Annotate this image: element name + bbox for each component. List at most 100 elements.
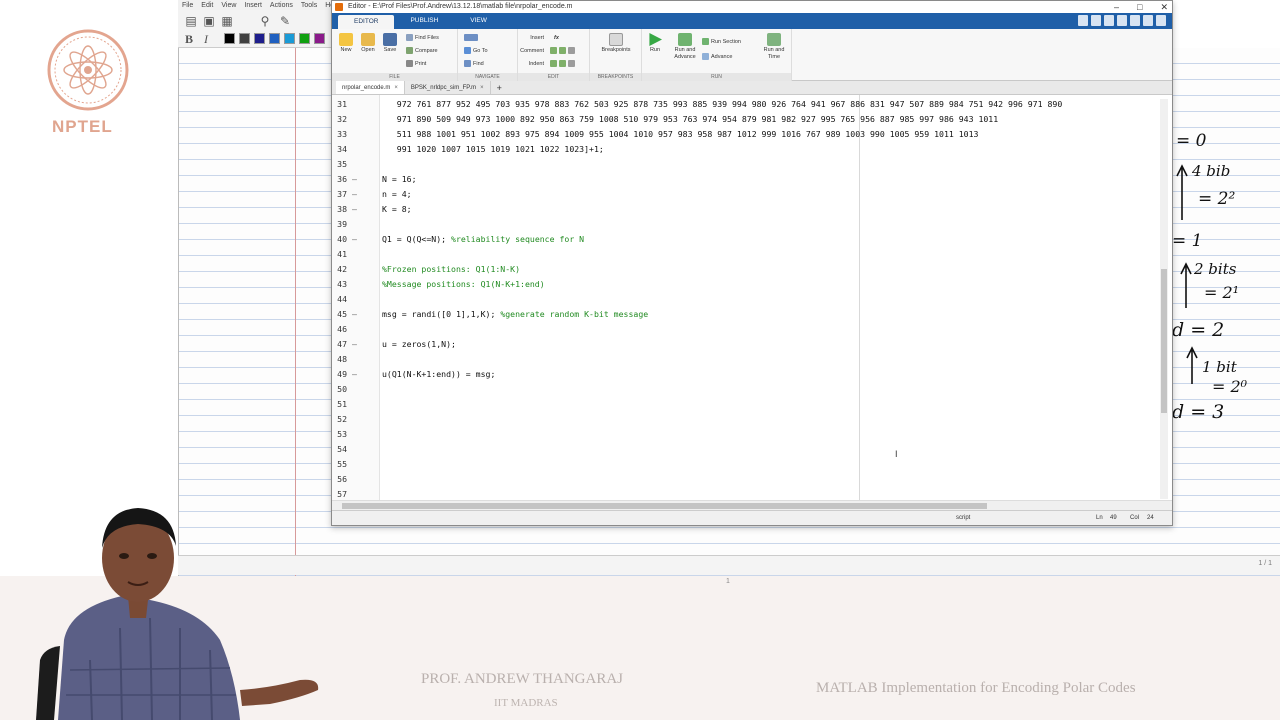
- close-tab-icon[interactable]: ×: [480, 85, 484, 91]
- italic-icon[interactable]: I: [199, 32, 213, 46]
- code-line[interactable]: 40 — Q1 = Q(Q<=N); %reliability sequence f…: [332, 232, 1152, 247]
- run-and-advance-button[interactable]: Run and Advance: [670, 33, 700, 61]
- save-button[interactable]: Save: [380, 33, 400, 54]
- horizontal-scroll-thumb[interactable]: [342, 503, 987, 509]
- code-line[interactable]: 42 %Frozen positions: Q1(1:N-K): [332, 262, 1152, 277]
- tab-editor[interactable]: EDITOR: [338, 15, 395, 29]
- pen-tool-icon[interactable]: ✎: [278, 14, 292, 28]
- decrease-indent-icon[interactable]: [568, 60, 575, 68]
- run-section-button[interactable]: Run Section: [702, 38, 741, 46]
- vertical-scrollbar[interactable]: [1160, 99, 1168, 499]
- comment-remove-icon[interactable]: [559, 47, 566, 55]
- pen-color-swatch[interactable]: [269, 33, 280, 44]
- code-line[interactable]: 33 511 988 1001 951 1002 893 975 894 100…: [332, 127, 1152, 142]
- journal-menu-item[interactable]: View: [221, 2, 236, 9]
- fx-button[interactable]: fx: [554, 34, 559, 42]
- breakpoint-marker[interactable]: —: [352, 187, 357, 202]
- code-line[interactable]: 55: [332, 457, 1152, 472]
- pen-color-swatch[interactable]: [284, 33, 295, 44]
- minimize-button[interactable]: –: [1114, 1, 1119, 13]
- quick-save-icon[interactable]: [1078, 15, 1088, 26]
- code-line[interactable]: 35: [332, 157, 1152, 172]
- find-button[interactable]: Find: [464, 60, 484, 68]
- open-button[interactable]: Open: [358, 33, 378, 54]
- code-line[interactable]: 45 — msg = randi([0 1],1,K); %generate ran…: [332, 307, 1152, 322]
- journal-menu-item[interactable]: Edit: [201, 2, 213, 9]
- save-icon[interactable]: ▦: [220, 14, 234, 28]
- journal-menu-item[interactable]: Actions: [270, 2, 293, 9]
- wrap-comment-icon[interactable]: [568, 47, 575, 55]
- code-line[interactable]: 36 — N = 16;: [332, 172, 1152, 187]
- code-line[interactable]: 39: [332, 217, 1152, 232]
- find-files-button[interactable]: Find Files: [406, 34, 439, 42]
- compare-button[interactable]: Compare: [406, 47, 438, 55]
- help-icon[interactable]: [1156, 15, 1166, 26]
- pen-color-swatch[interactable]: [299, 33, 310, 44]
- tab-view[interactable]: VIEW: [454, 13, 503, 29]
- maximize-button[interactable]: □: [1137, 1, 1142, 13]
- close-button[interactable]: ✕: [1160, 1, 1168, 13]
- pen-color-swatch[interactable]: [239, 33, 250, 44]
- code-line[interactable]: 52: [332, 412, 1152, 427]
- pen-color-swatch[interactable]: [314, 33, 325, 44]
- code-line[interactable]: 38 — K = 8;: [332, 202, 1152, 217]
- navigate-back-button[interactable]: [464, 34, 480, 42]
- quick-redo-icon[interactable]: [1143, 15, 1153, 26]
- code-line[interactable]: 50: [332, 382, 1152, 397]
- breakpoint-marker[interactable]: —: [352, 232, 357, 247]
- code-editor[interactable]: 31 972 761 877 952 495 703 935 978 883 7…: [332, 95, 1172, 500]
- code-line[interactable]: 46: [332, 322, 1152, 337]
- code-line[interactable]: 37 — n = 4;: [332, 187, 1152, 202]
- file-tab-bpsk-sim[interactable]: BPSK_nrldpc_sim_FP.m ×: [405, 81, 491, 94]
- code-line[interactable]: 44: [332, 292, 1152, 307]
- quick-copy-icon[interactable]: [1104, 15, 1114, 26]
- open-icon[interactable]: ▣: [202, 14, 216, 28]
- editor-titlebar[interactable]: Editor - E:\Prof Files\Prof.Andrew\13.12…: [332, 1, 1172, 13]
- zoom-icon[interactable]: ⚲: [258, 14, 272, 28]
- code-line[interactable]: 32 971 890 509 949 973 1000 892 950 863 …: [332, 112, 1152, 127]
- run-and-time-button[interactable]: Run and Time: [760, 33, 788, 61]
- pen-color-swatch[interactable]: [254, 33, 265, 44]
- vertical-scroll-thumb[interactable]: [1161, 269, 1167, 413]
- breakpoint-marker[interactable]: —: [352, 307, 357, 322]
- journal-menu-item[interactable]: Tools: [301, 2, 317, 9]
- journal-menu-item[interactable]: File: [182, 2, 193, 9]
- new-tab-button[interactable]: +: [491, 81, 508, 94]
- indent-button[interactable]: Indent: [520, 60, 544, 68]
- print-button[interactable]: Print: [406, 60, 426, 68]
- code-line[interactable]: 43 %Message positions: Q1(N-K+1:end): [332, 277, 1152, 292]
- code-line[interactable]: 31 972 761 877 952 495 703 935 978 883 7…: [332, 97, 1152, 112]
- breakpoint-marker[interactable]: —: [352, 367, 357, 382]
- code-line[interactable]: 48: [332, 352, 1152, 367]
- code-line[interactable]: 54: [332, 442, 1152, 457]
- quick-undo-icon[interactable]: [1130, 15, 1140, 26]
- breakpoint-marker[interactable]: —: [352, 172, 357, 187]
- quick-paste-icon[interactable]: [1117, 15, 1127, 26]
- breakpoint-marker[interactable]: —: [352, 337, 357, 352]
- breakpoints-button[interactable]: Breakpoints: [594, 33, 638, 54]
- insert-button[interactable]: Insert: [520, 34, 544, 42]
- code-line[interactable]: 34 991 1020 1007 1015 1019 1021 1022 102…: [332, 142, 1152, 157]
- pen-color-swatch[interactable]: [224, 33, 235, 44]
- breakpoint-marker[interactable]: —: [352, 202, 357, 217]
- comment-button[interactable]: Comment: [518, 47, 544, 55]
- new-page-icon[interactable]: ▤: [184, 14, 198, 28]
- bold-icon[interactable]: B: [182, 32, 196, 46]
- code-line[interactable]: 53: [332, 427, 1152, 442]
- new-button[interactable]: New: [336, 33, 356, 54]
- smart-indent-icon[interactable]: [550, 60, 557, 68]
- comment-add-icon[interactable]: [550, 47, 557, 55]
- code-line[interactable]: 49 — u(Q1(N-K+1:end)) = msg;: [332, 367, 1152, 382]
- increase-indent-icon[interactable]: [559, 60, 566, 68]
- advance-button[interactable]: Advance: [702, 53, 732, 61]
- code-line[interactable]: 47 — u = zeros(1,N);: [332, 337, 1152, 352]
- go-to-button[interactable]: Go To: [464, 47, 488, 55]
- code-line[interactable]: 51: [332, 397, 1152, 412]
- close-tab-icon[interactable]: ×: [394, 85, 398, 91]
- tab-publish[interactable]: PUBLISH: [394, 13, 454, 29]
- code-line[interactable]: 41: [332, 247, 1152, 262]
- run-button[interactable]: Run: [644, 33, 666, 54]
- file-tab-nrpolar-encode[interactable]: nrpolar_encode.m ×: [336, 81, 405, 94]
- horizontal-scrollbar[interactable]: [332, 500, 1172, 510]
- quick-cut-icon[interactable]: [1091, 15, 1101, 26]
